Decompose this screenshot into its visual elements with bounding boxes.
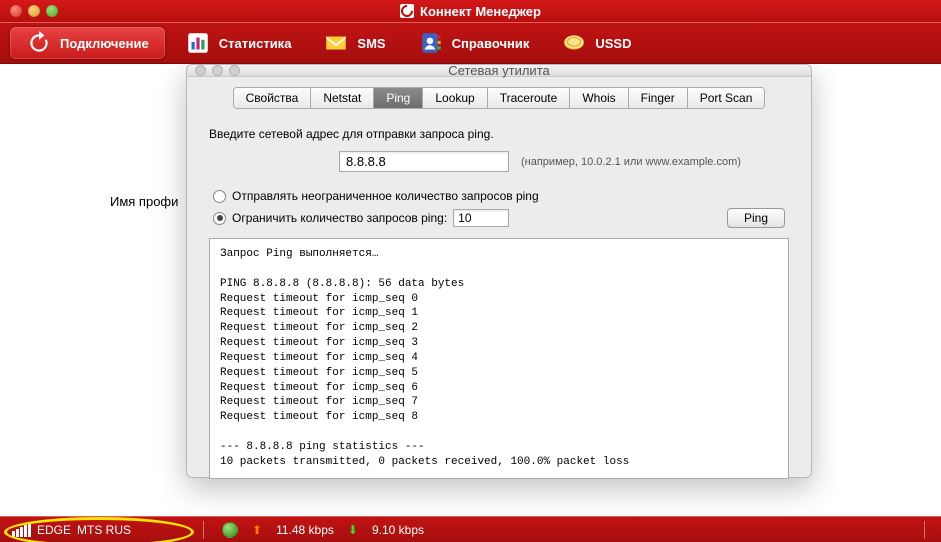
separator bbox=[203, 521, 204, 539]
netutil-tabs: Свойства Netstat Ping Lookup Traceroute … bbox=[187, 87, 811, 109]
envelope-icon bbox=[323, 30, 349, 56]
main-content: Имя профи Сетевая утилита Свойства Netst… bbox=[0, 64, 941, 516]
coin-icon bbox=[561, 30, 587, 56]
ping-instruction: Введите сетевой адрес для отправки запро… bbox=[209, 127, 789, 141]
ping-address-input[interactable] bbox=[339, 151, 509, 172]
bar-chart-icon bbox=[185, 30, 211, 56]
app-title: Коннект Менеджер bbox=[0, 4, 941, 19]
tab-netstat[interactable]: Netstat bbox=[311, 88, 374, 108]
upload-arrow-icon: ⬆ bbox=[252, 523, 262, 537]
netutil-body: Введите сетевой адрес для отправки запро… bbox=[187, 109, 811, 493]
ping-button[interactable]: Ping bbox=[727, 208, 785, 228]
zoom-icon[interactable] bbox=[46, 5, 58, 17]
main-navbar: Подключение Статистика SMS Справочник US… bbox=[0, 22, 941, 64]
app-icon bbox=[400, 4, 414, 18]
nav-sms-label: SMS bbox=[357, 36, 385, 51]
operator-name: MTS RUS bbox=[77, 523, 131, 537]
refresh-icon bbox=[26, 30, 52, 56]
nav-ussd[interactable]: USSD bbox=[545, 23, 647, 63]
network-utility-window: Сетевая утилита Свойства Netstat Ping Lo… bbox=[186, 64, 812, 478]
ping-address-hint: (например, 10.0.2.1 или www.example.com) bbox=[521, 156, 741, 168]
minimize-icon[interactable] bbox=[28, 5, 40, 17]
ping-unlimited-row[interactable]: Отправлять неограниченное количество зап… bbox=[213, 189, 789, 203]
app-titlebar: Коннект Менеджер bbox=[0, 0, 941, 22]
radio-unlimited-label: Отправлять неограниченное количество зап… bbox=[232, 189, 539, 203]
netutil-titlebar: Сетевая утилита bbox=[187, 65, 811, 77]
close-icon[interactable] bbox=[10, 5, 22, 17]
tab-traceroute[interactable]: Traceroute bbox=[488, 88, 571, 108]
nav-sms[interactable]: SMS bbox=[307, 23, 401, 63]
nav-connect[interactable]: Подключение bbox=[10, 27, 165, 59]
signal-indicator: EDGE MTS RUS bbox=[12, 523, 131, 537]
nav-ussd-label: USSD bbox=[595, 36, 631, 51]
tab-lookup[interactable]: Lookup bbox=[423, 88, 487, 108]
separator bbox=[924, 521, 925, 539]
address-book-icon bbox=[418, 30, 444, 56]
download-arrow-icon: ⬇ bbox=[348, 523, 358, 537]
tab-portscan[interactable]: Port Scan bbox=[688, 88, 765, 108]
profile-name-label: Имя профи bbox=[110, 194, 178, 209]
radio-unlimited[interactable] bbox=[213, 190, 226, 203]
nav-connect-label: Подключение bbox=[60, 36, 149, 51]
signal-bars-icon bbox=[12, 523, 31, 537]
nav-contacts-label: Справочник bbox=[452, 36, 530, 51]
netutil-title: Сетевая утилита bbox=[187, 64, 811, 78]
tab-info[interactable]: Свойства bbox=[234, 88, 312, 108]
window-controls bbox=[10, 5, 58, 17]
nav-contacts[interactable]: Справочник bbox=[402, 23, 546, 63]
tab-finger[interactable]: Finger bbox=[629, 88, 688, 108]
tab-whois[interactable]: Whois bbox=[570, 88, 628, 108]
connection-status-icon bbox=[222, 522, 238, 538]
download-speed: 9.10 kbps bbox=[372, 523, 424, 537]
ping-address-row: (например, 10.0.2.1 или www.example.com) bbox=[339, 151, 789, 172]
tab-ping[interactable]: Ping bbox=[374, 88, 423, 108]
upload-speed: 11.48 kbps bbox=[276, 523, 334, 537]
app-title-text: Коннект Менеджер bbox=[420, 4, 541, 19]
ping-output[interactable]: Запрос Ping выполняется… PING 8.8.8.8 (8… bbox=[209, 238, 789, 479]
network-type: EDGE bbox=[37, 523, 71, 537]
nav-stats-label: Статистика bbox=[219, 36, 292, 51]
status-bar: EDGE MTS RUS ⬆ 11.48 kbps ⬇ 9.10 kbps bbox=[0, 516, 941, 542]
nav-stats[interactable]: Статистика bbox=[169, 23, 308, 63]
